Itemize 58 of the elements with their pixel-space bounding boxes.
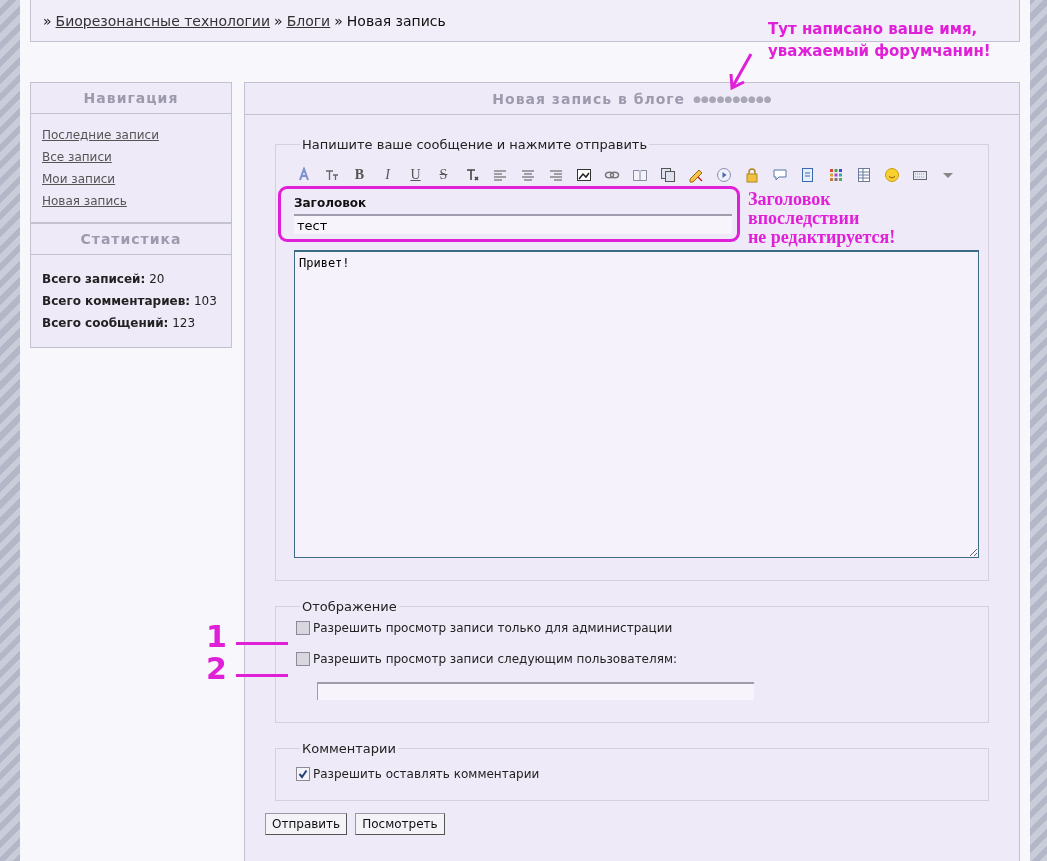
sidebar-link[interactable]: Новая запись [42,194,127,208]
align-right-icon [547,167,564,183]
checkbox[interactable] [296,621,310,635]
breadcrumb-separator: » [43,12,52,29]
grid-icon [827,167,844,183]
book-icon [631,167,648,183]
document-icon [799,167,816,183]
checkbox[interactable] [296,767,310,781]
align-left-icon [491,167,508,183]
bubble-icon [771,167,788,183]
annotation-marker: 1 [206,620,227,654]
title-input[interactable]: тест [294,214,732,234]
field-label: Заголовок [294,196,367,210]
annotation-note: Заголовок впоследствии не редактируется! [748,190,896,247]
preview-button[interactable]: Посмотреть [355,813,445,835]
table-icon [855,167,872,183]
align-center-icon [519,167,536,183]
stat-line: Всего записей: 20 [42,272,166,286]
breadcrumb-link[interactable]: Биорезонансные технологии [55,12,271,29]
checkbox-option[interactable]: Разрешить просмотр записи следующим пользователям: [296,649,988,669]
play-icon [715,167,732,183]
username: ●●●●●●●●●● [693,93,772,104]
stat-line: Всего сообщений: 123 [42,316,197,330]
font-size-icon [323,167,340,183]
breadcrumb-separator: » [274,12,283,29]
breadcrumb-separator: » [334,12,343,29]
check-icon [298,769,308,779]
lock-icon [743,167,760,183]
panel-title: Новая запись в блоге [492,90,686,107]
annotation-note: Тут написано ваше имя, уважаемый форумчанин! [768,19,991,62]
annotation-marker: 2 [206,652,227,686]
sidebar-heading: Навигация [31,83,231,114]
fieldset-legend: Отображение [300,599,399,614]
copy-icon [659,167,676,183]
checkbox[interactable] [296,652,310,666]
italic-button[interactable]: I [376,165,399,185]
sidebar-heading: Статистика [31,222,231,255]
breadcrumb-link[interactable]: Блоги [286,12,331,29]
sidebar-link[interactable]: Мои записи [42,172,116,186]
sidebar-link[interactable]: Все записи [42,150,112,164]
image-icon [575,167,592,183]
checkbox-option[interactable]: Разрешить просмотр записи только для администрации [296,618,988,638]
breadcrumb-current: Новая запись [346,12,446,29]
pencil-icon [687,167,704,183]
fieldset-legend: Напишите ваше сообщение и нажмите отправить [300,137,650,152]
strike-button[interactable]: S [432,165,455,185]
checkbox-option[interactable]: Разрешить оставлять комментарии [296,764,988,784]
message-textarea[interactable]: Привет! [294,250,979,558]
fieldset-legend: Комментарии [300,741,398,756]
sidebar-link[interactable]: Последние записи [42,128,159,142]
smiley-icon [883,167,900,183]
submit-button[interactable]: Отправить [265,813,348,835]
stat-line: Всего комментариев: 103 [42,294,218,308]
annotation-line [236,674,288,677]
bold-button[interactable]: B [348,165,371,185]
users-input[interactable] [317,682,754,700]
annotation-line [236,642,288,645]
underline-button[interactable]: U [404,165,427,185]
